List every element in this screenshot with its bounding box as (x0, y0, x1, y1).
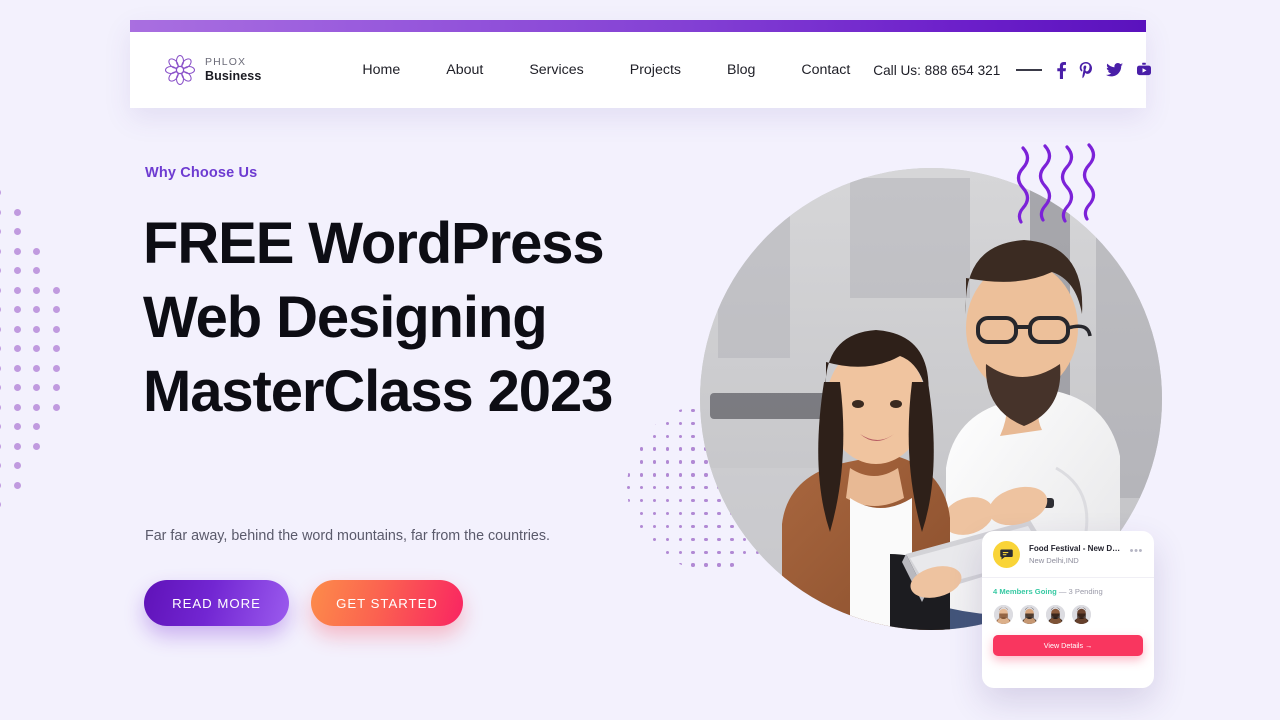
nav-item-services[interactable]: Services (506, 62, 606, 78)
nav-item-blog[interactable]: Blog (704, 62, 778, 78)
brand-logo[interactable]: PHLOX Business (164, 54, 261, 86)
brand-name-bottom: Business (205, 68, 262, 83)
hero-cta-row: READ MORE GET STARTED (144, 580, 463, 626)
avatar (1071, 604, 1092, 625)
page-root: PHLOX Business Home About Services Projects… (0, 0, 1280, 720)
nav-item-projects[interactable]: Projects (607, 62, 704, 78)
twitter-icon[interactable] (1106, 63, 1124, 77)
hero-eyebrow: Why Choose Us (145, 165, 258, 181)
nav-item-home[interactable]: Home (339, 62, 423, 78)
main-navigation: Home About Services Projects Blog Contact (339, 62, 873, 78)
get-started-button[interactable]: GET STARTED (311, 580, 463, 626)
page-title: FREE WordPress Web Designing MasterClass… (143, 211, 613, 424)
header-contact-area: Call Us: 888 654 321 (873, 61, 1152, 79)
decorative-dot-grid-left (0, 183, 74, 509)
pinterest-icon[interactable] (1079, 61, 1093, 79)
facebook-icon[interactable] (1057, 61, 1067, 79)
nav-item-about[interactable]: About (423, 62, 506, 78)
chat-bubble-icon (993, 541, 1020, 568)
members-going-count: 4 Members Going (993, 587, 1057, 596)
avatar (1019, 604, 1040, 625)
avatar (1045, 604, 1066, 625)
site-header: PHLOX Business Home About Services Projects… (130, 20, 1152, 108)
event-card[interactable]: Food Festival - New Delhi New Delhi,IND … (982, 531, 1154, 688)
top-accent-bar (130, 20, 1146, 32)
hero-subtext: Far far away, behind the word mountains,… (145, 528, 551, 544)
attendee-avatars (993, 604, 1143, 625)
social-links (1057, 61, 1152, 79)
members-pending-count: — 3 Pending (1058, 587, 1103, 596)
view-details-button[interactable]: View Details → (993, 635, 1143, 656)
lotus-flower-logo-icon (164, 54, 196, 86)
event-attendance-status: 4 Members Going — 3 Pending (993, 587, 1143, 596)
call-us-text: Call Us: 888 654 321 (873, 62, 1001, 78)
youtube-icon[interactable] (1136, 62, 1152, 78)
divider-dash (1016, 69, 1043, 71)
avatar (993, 604, 1014, 625)
event-title: Food Festival - New Delhi (1029, 544, 1121, 553)
brand-name-top: PHLOX (205, 56, 247, 69)
event-location: New Delhi,IND (1029, 555, 1079, 565)
event-more-menu-icon[interactable]: ••• (1130, 546, 1143, 561)
event-card-header: Food Festival - New Delhi New Delhi,IND … (982, 531, 1154, 578)
read-more-button[interactable]: READ MORE (144, 580, 289, 626)
nav-item-contact[interactable]: Contact (778, 62, 873, 78)
